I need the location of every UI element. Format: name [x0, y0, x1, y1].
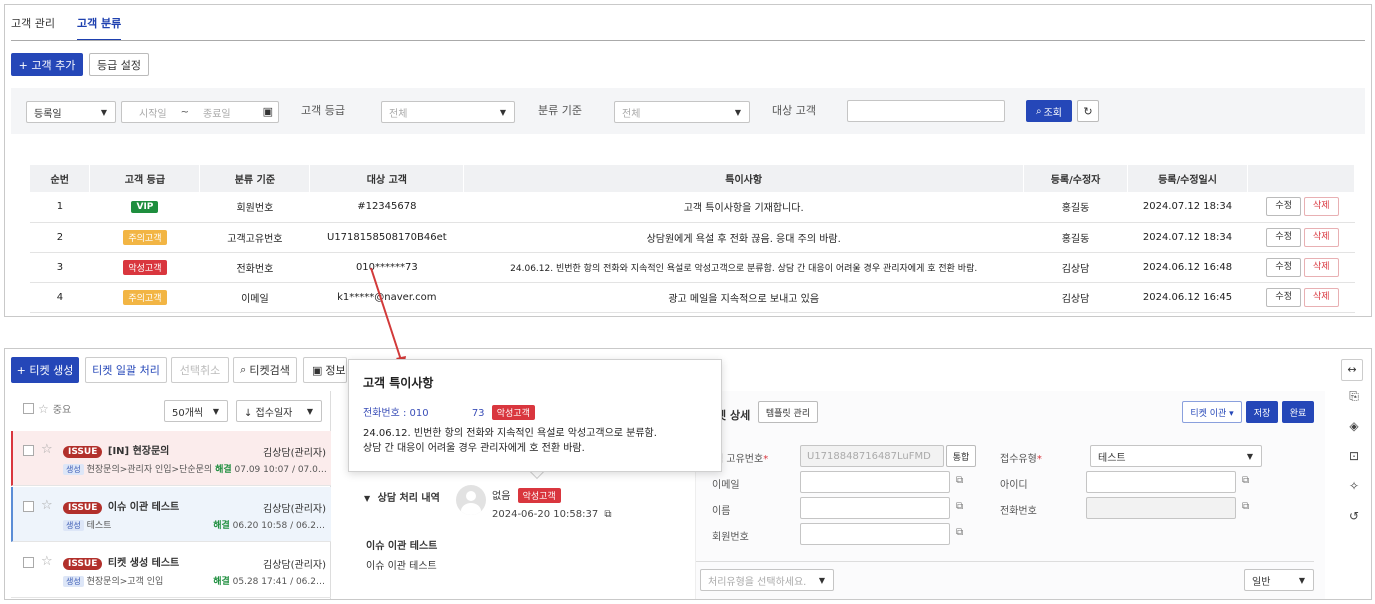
- tooltip-badge: 악성고객: [491, 405, 535, 420]
- tooltip-line1: 24.06.12. 빈번한 항의 전화와 지속적인 욕설로 악성고객으로 분류함…: [363, 428, 657, 439]
- callout-arrow: [370, 267, 406, 368]
- tooltip-line2: 상담 간 대응이 어려울 경우 관리자에게 호 전환 바람.: [363, 443, 585, 454]
- tooltip-title: 고객 특이사항: [363, 376, 434, 390]
- callout-arrow-line: [370, 267, 402, 361]
- tooltip-phone-row: 전화번호 : 010 73 악성고객: [363, 404, 707, 420]
- tooltip-phone-prefix: 전화번호 : 010: [363, 408, 429, 419]
- tooltip-phone-suffix: 73: [471, 408, 485, 419]
- customer-note-tooltip: 고객 특이사항 전화번호 : 010 73 악성고객 24.06.12. 빈번한…: [348, 359, 722, 472]
